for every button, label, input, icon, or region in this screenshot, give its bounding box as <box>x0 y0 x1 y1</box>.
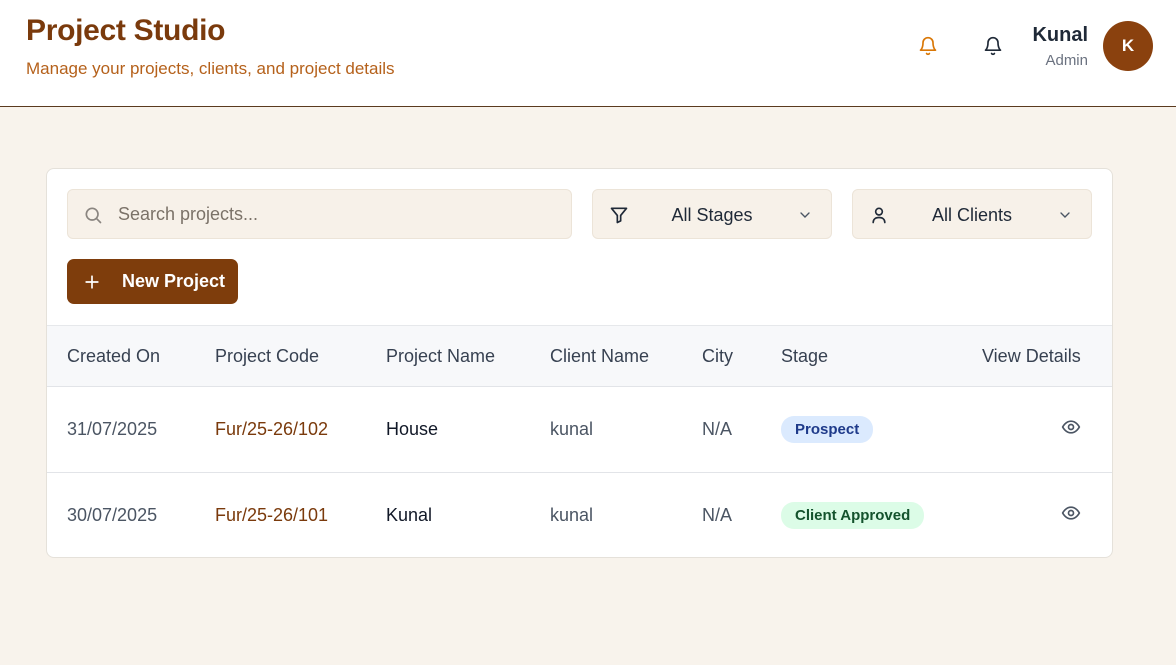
client-filter-value: All Clients <box>931 205 1013 225</box>
city-cell: N/A <box>702 419 733 439</box>
eye-icon[interactable] <box>1061 417 1081 442</box>
eye-icon[interactable] <box>1061 503 1081 528</box>
stage-cell: Client Approved <box>781 472 982 557</box>
table-row[interactable]: 31/07/2025 Fur/25-26/102 House kunal N/A… <box>47 387 1112 473</box>
projects-card: All Stages All Clients New Project Creat… <box>46 168 1113 558</box>
bell-icon[interactable] <box>913 31 943 61</box>
page-title: Project Studio <box>26 14 226 47</box>
stage-cell: Prospect <box>781 387 982 473</box>
column-header[interactable]: Client Name <box>550 325 702 387</box>
status-badge: Prospect <box>781 416 874 443</box>
status-badge: Client Approved <box>781 502 925 530</box>
client-name-cell: kunal <box>550 419 594 439</box>
user-role: Admin <box>1045 52 1088 69</box>
created-on-cell: 31/07/2025 <box>67 419 158 439</box>
column-header[interactable]: City <box>702 325 781 387</box>
column-header: View Details <box>982 325 1112 387</box>
column-header[interactable]: Created On <box>47 325 215 387</box>
client-filter-select[interactable]: All Clients <box>852 189 1092 239</box>
column-header[interactable]: Stage <box>781 325 982 387</box>
project-name-cell: House <box>386 419 439 439</box>
search-input[interactable] <box>118 190 558 238</box>
project-code-cell: Fur/25-26/102 <box>215 419 329 439</box>
stage-filter-select[interactable]: All Stages <box>592 189 832 239</box>
stage-filter-value: All Stages <box>671 205 753 225</box>
table-header-row: Created On Project Code Project Name Cli… <box>47 325 1112 387</box>
new-project-button[interactable]: New Project <box>67 259 238 304</box>
created-on-cell: 30/07/2025 <box>47 472 215 557</box>
client-name-cell: kunal <box>550 472 702 557</box>
search-icon <box>83 205 103 230</box>
city-cell: N/A <box>702 472 781 557</box>
new-project-label: New Project <box>122 271 226 291</box>
search-field[interactable] <box>67 189 572 239</box>
projects-table: Created On Project Code Project Name Cli… <box>47 325 1112 557</box>
avatar[interactable]: K <box>1103 21 1153 71</box>
chevron-down-icon <box>797 207 813 228</box>
project-code-cell: Fur/25-26/101 <box>215 472 386 557</box>
column-header[interactable]: Project Code <box>215 325 386 387</box>
user-name: Kunal <box>1032 24 1088 46</box>
table-row[interactable]: 30/07/2025 Fur/25-26/101 Kunal kunal N/A… <box>47 472 1112 557</box>
view-details-cell <box>982 387 1112 473</box>
plus-icon <box>82 272 102 297</box>
project-name-cell: Kunal <box>386 472 550 557</box>
view-details-cell <box>982 472 1112 557</box>
page-subtitle: Manage your projects, clients, and proje… <box>26 59 395 78</box>
app-header: Project Studio Manage your projects, cli… <box>0 0 1176 107</box>
notifications-bell-icon[interactable] <box>978 31 1008 61</box>
chevron-down-icon <box>1057 207 1073 228</box>
column-header[interactable]: Project Name <box>386 325 550 387</box>
